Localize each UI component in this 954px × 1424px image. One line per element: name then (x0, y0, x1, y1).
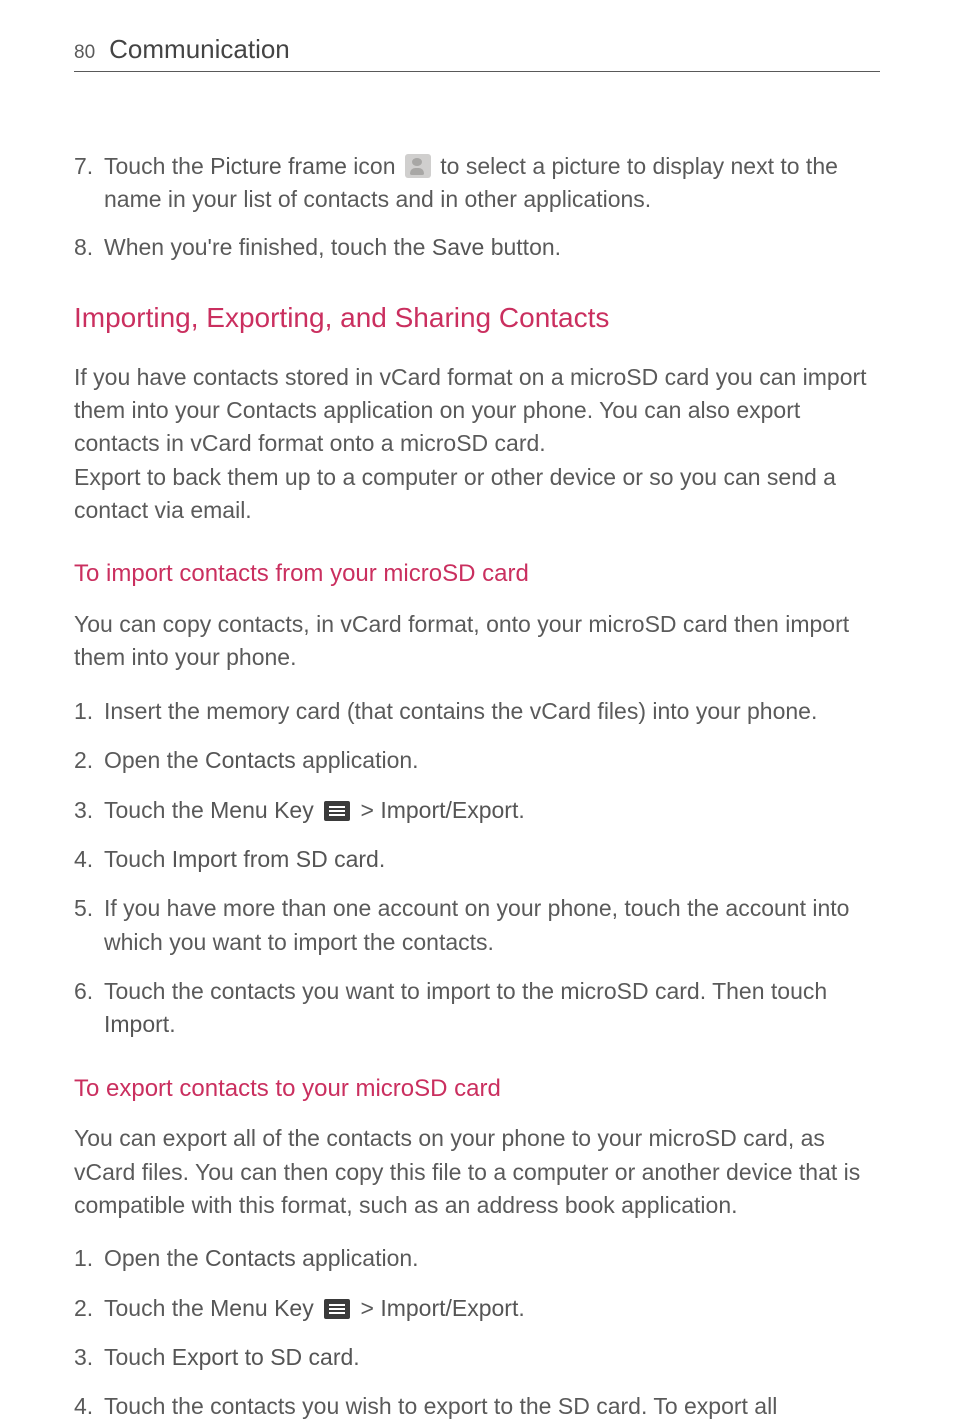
paragraph: Export to back them up to a computer or … (74, 461, 880, 528)
export-step-4: 4. Touch the contacts you wish to export… (74, 1390, 880, 1423)
import-step-2: 2. Open the Contacts application. (74, 744, 880, 777)
menu-key-label: Menu Key (210, 797, 320, 823)
step-7: 7. Touch the Picture frame icon to selec… (74, 150, 880, 217)
page-number: 80 (74, 42, 95, 64)
list-text: If you have more than one account on you… (104, 892, 880, 959)
page-header: 80 Communication (74, 34, 880, 72)
contacts-label: Contacts (205, 1245, 296, 1271)
list-text: Touch the Picture frame icon to select a… (104, 150, 880, 217)
picture-frame-icon (405, 154, 431, 178)
list-text: Open the Contacts application. (104, 1242, 880, 1275)
import-step-3: 3. Touch the Menu Key > Import/Export. (74, 794, 880, 827)
header-title: Communication (109, 34, 290, 65)
import-export-label: Import/Export (380, 797, 518, 823)
import-from-sd-label: Import from SD card (172, 846, 379, 872)
paragraph: You can copy contacts, in vCard format, … (74, 608, 880, 675)
import-step-6: 6. Touch the contacts you want to import… (74, 975, 880, 1042)
import-step-1: 1. Insert the memory card (that contains… (74, 695, 880, 728)
list-number: 2. (74, 744, 104, 777)
subheading-export: To export contacts to your microSD card (74, 1072, 880, 1107)
list-number: 4. (74, 1390, 104, 1423)
picture-frame-label: Picture frame (210, 153, 347, 179)
list-text: Touch the Menu Key > Import/Export. (104, 1292, 880, 1325)
list-number: 4. (74, 843, 104, 876)
menu-key-icon (324, 801, 350, 821)
import-export-label: Import/Export (380, 1295, 518, 1321)
subheading-import: To import contacts from your microSD car… (74, 557, 880, 592)
list-text: Touch the contacts you wish to export to… (104, 1390, 880, 1423)
contacts-label: Contacts (205, 747, 296, 773)
list-number: 2. (74, 1292, 104, 1325)
menu-key-icon (324, 1299, 350, 1319)
export-step-1: 1. Open the Contacts application. (74, 1242, 880, 1275)
export-to-sd-label: Export to SD card (172, 1344, 354, 1370)
step-8: 8. When you're finished, touch the Save … (74, 231, 880, 264)
list-text: Touch Export to SD card. (104, 1341, 880, 1374)
list-text: Touch the contacts you want to import to… (104, 975, 880, 1042)
list-number: 7. (74, 150, 104, 217)
list-text: Insert the memory card (that contains th… (104, 695, 880, 728)
list-number: 3. (74, 1341, 104, 1374)
export-step-3: 3. Touch Export to SD card. (74, 1341, 880, 1374)
import-step-5: 5. If you have more than one account on … (74, 892, 880, 959)
menu-key-label: Menu Key (210, 1295, 320, 1321)
save-label: Save (432, 234, 484, 260)
list-number: 1. (74, 695, 104, 728)
paragraph: You can export all of the contacts on yo… (74, 1122, 880, 1222)
import-label: Import (104, 1011, 169, 1037)
list-number: 5. (74, 892, 104, 959)
list-number: 3. (74, 794, 104, 827)
list-text: Touch the Menu Key > Import/Export. (104, 794, 880, 827)
export-step-2: 2. Touch the Menu Key > Import/Export. (74, 1292, 880, 1325)
list-number: 8. (74, 231, 104, 264)
section-heading-importing: Importing, Exporting, and Sharing Contac… (74, 298, 880, 339)
import-step-4: 4. Touch Import from SD card. (74, 843, 880, 876)
list-text: Touch Import from SD card. (104, 843, 880, 876)
list-text: Open the Contacts application. (104, 744, 880, 777)
paragraph: If you have contacts stored in vCard for… (74, 361, 880, 461)
list-text: When you're finished, touch the Save but… (104, 231, 880, 264)
list-number: 6. (74, 975, 104, 1042)
list-number: 1. (74, 1242, 104, 1275)
